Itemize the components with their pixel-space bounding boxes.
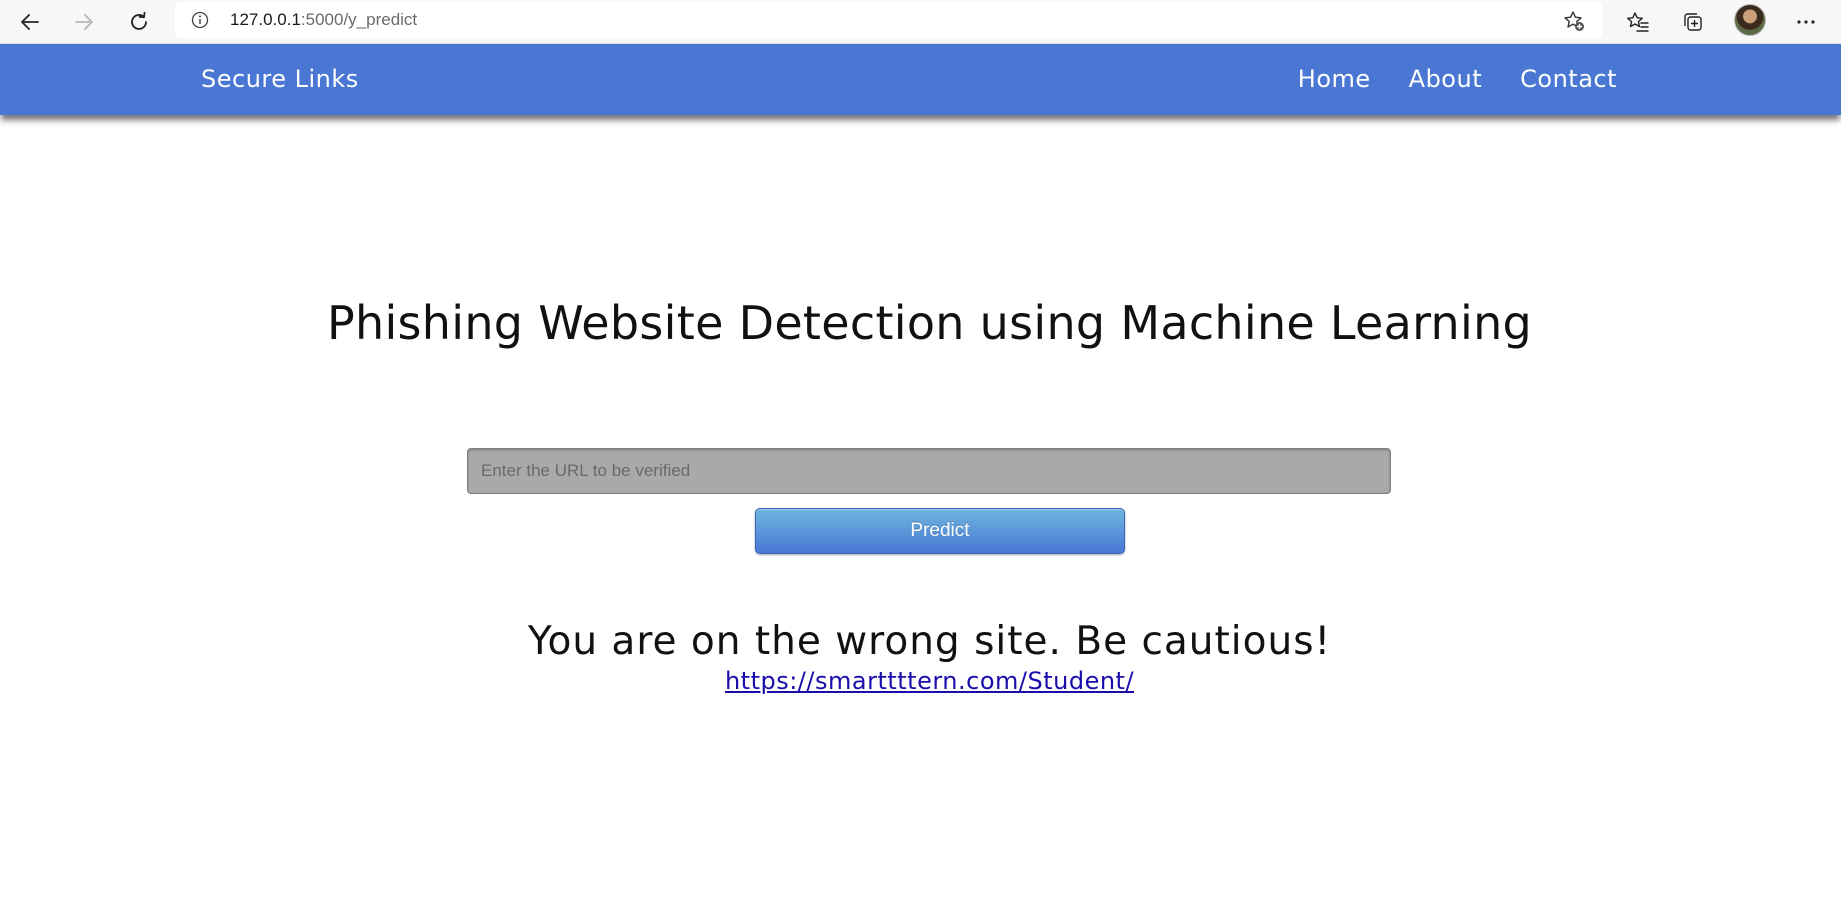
more-icon (1797, 20, 1815, 24)
result-message: You are on the wrong site. Be cautious! (527, 619, 1332, 664)
url-input[interactable] (467, 448, 1391, 494)
predict-button[interactable]: Predict (755, 508, 1125, 554)
nav-links: Home About Contact (1298, 65, 1617, 93)
back-button[interactable] (14, 6, 46, 38)
info-icon[interactable] (191, 11, 209, 29)
profile-avatar[interactable] (1734, 4, 1766, 36)
favorites-button[interactable] (1622, 6, 1654, 38)
more-button[interactable] (1790, 6, 1822, 38)
nav-link-about[interactable]: About (1409, 65, 1482, 93)
page-title: Phishing Website Detection using Machine… (326, 296, 1533, 350)
site-navbar: Secure Links Home About Contact (0, 44, 1841, 115)
refresh-button[interactable] (123, 6, 155, 38)
url-path: :5000/y_predict (300, 10, 418, 29)
browser-toolbar: 127.0.0.1:5000/y_predict (0, 0, 1841, 44)
forward-button[interactable] (68, 6, 100, 38)
forward-icon (75, 14, 93, 30)
back-icon (21, 14, 39, 30)
favorites-icon (1627, 12, 1649, 32)
url-text[interactable]: 127.0.0.1:5000/y_predict (230, 10, 417, 30)
result-url-container: https://smarttttern.com/Student/ (0, 667, 1841, 695)
collections-button[interactable] (1677, 6, 1709, 38)
nav-link-contact[interactable]: Contact (1520, 65, 1617, 93)
refresh-icon (131, 11, 147, 30)
address-bar[interactable]: 127.0.0.1:5000/y_predict (175, 2, 1602, 38)
url-host: 127.0.0.1 (230, 10, 301, 29)
result-url-link[interactable]: https://smarttttern.com/Student/ (725, 667, 1134, 695)
nav-link-home[interactable]: Home (1298, 65, 1371, 93)
add-favorite-icon[interactable] (1562, 9, 1586, 33)
collections-icon (1684, 13, 1702, 31)
brand-link[interactable]: Secure Links (201, 65, 359, 93)
